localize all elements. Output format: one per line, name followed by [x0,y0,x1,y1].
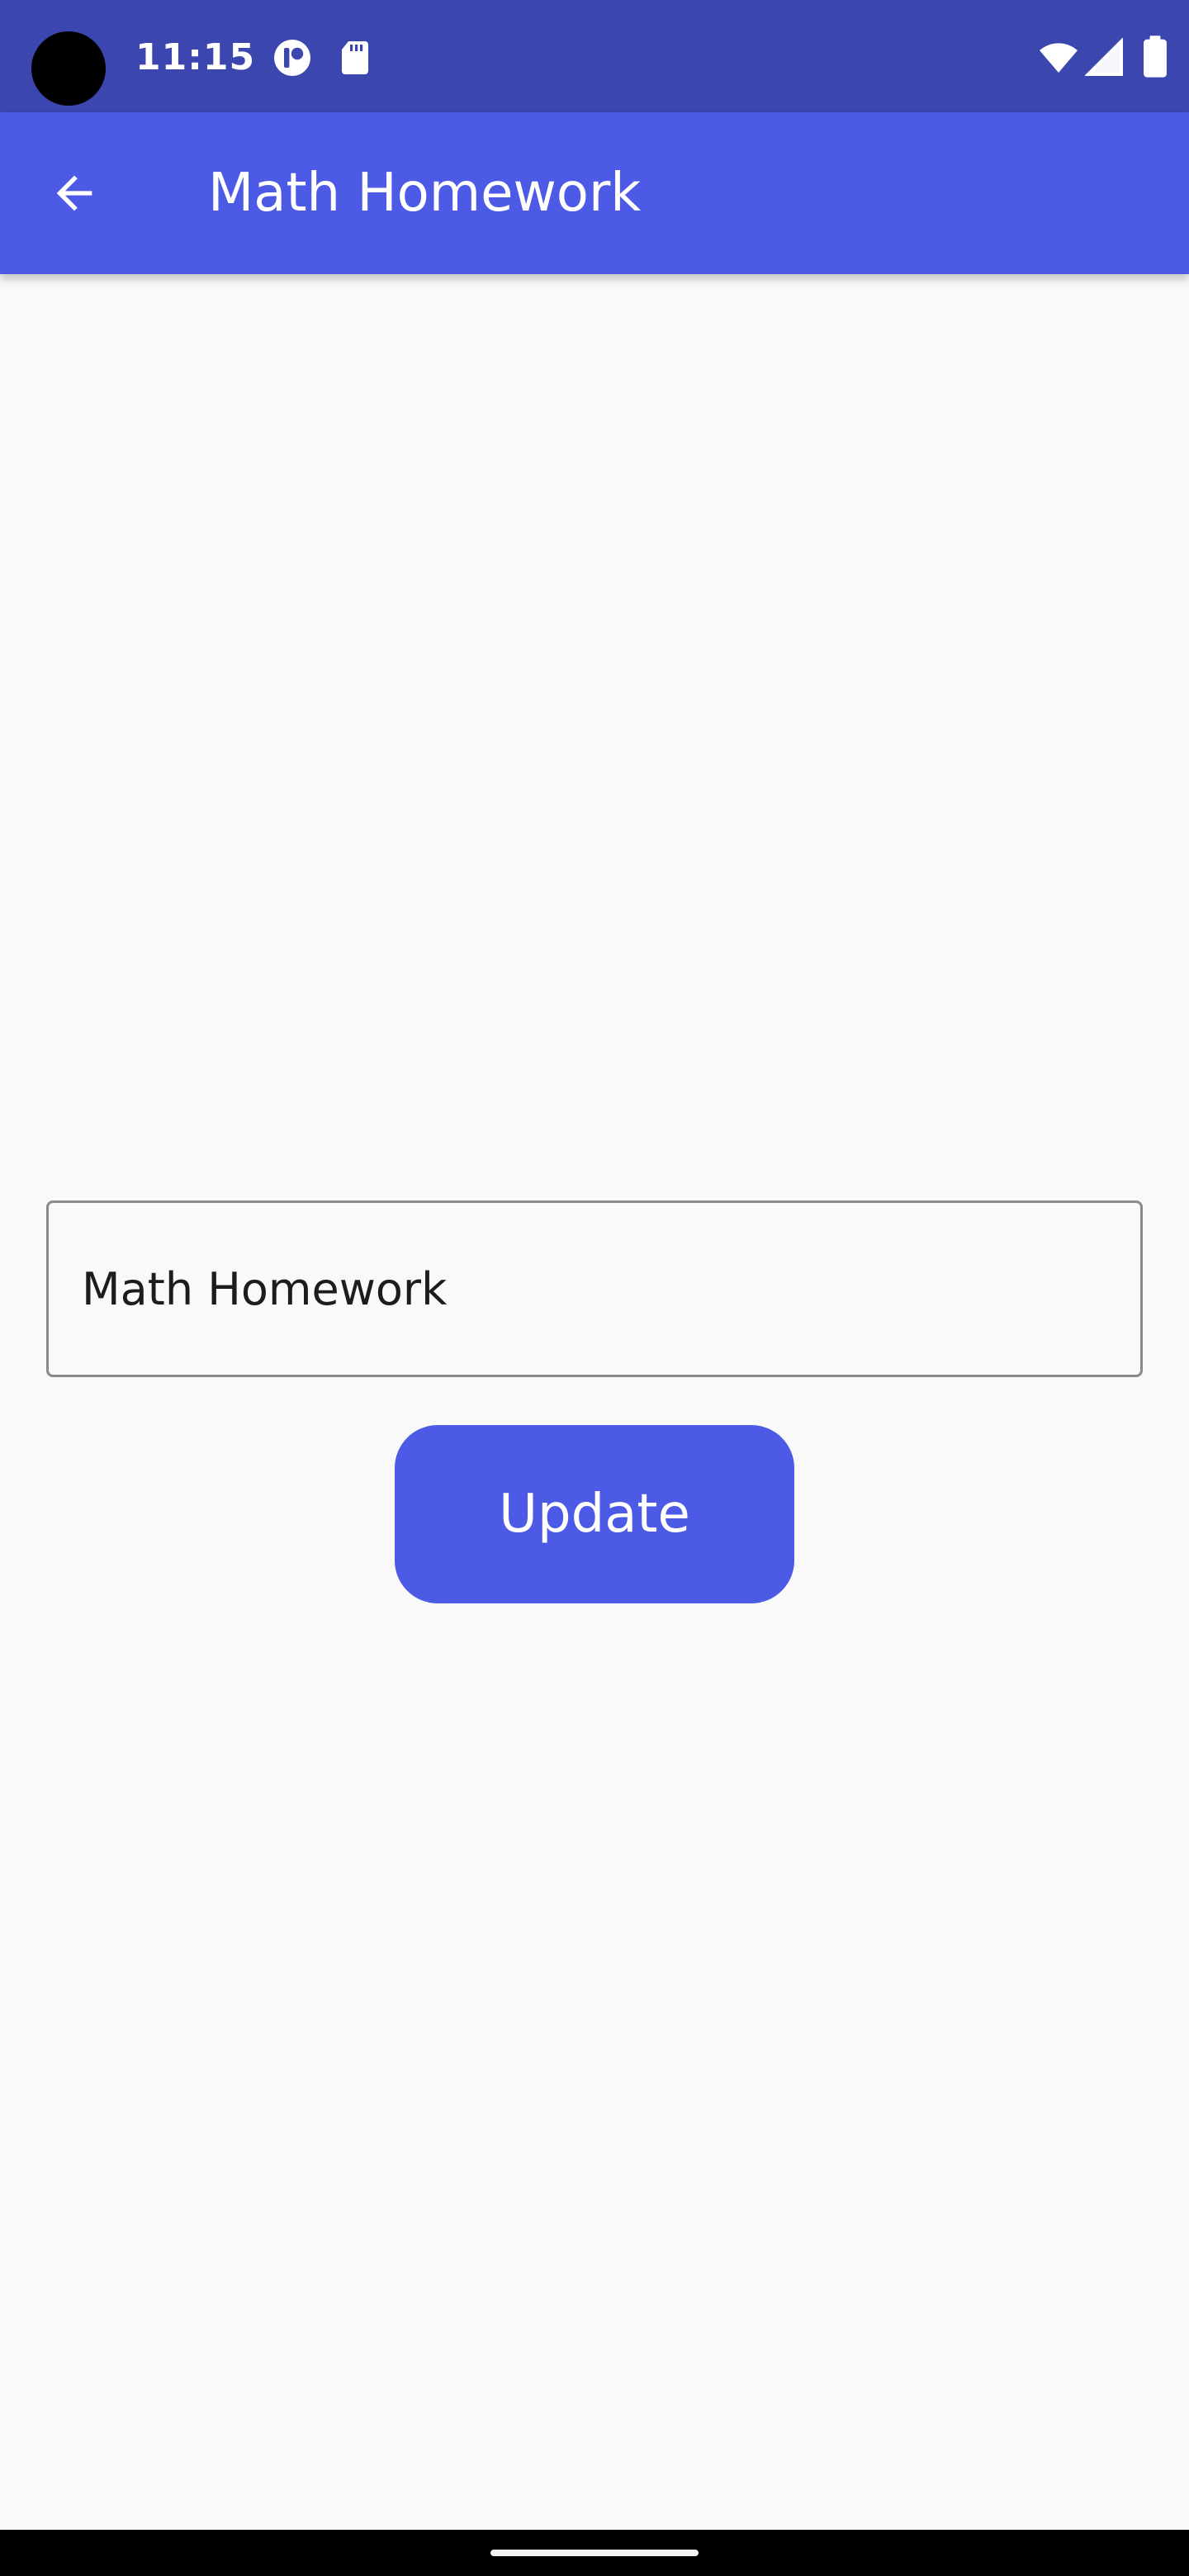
status-bar: 11:15 [0,0,1189,112]
sd-card-icon [335,38,375,78]
arrow-back-icon [56,175,92,211]
status-time: 11:15 [135,36,256,78]
battery-icon [1143,35,1168,79]
update-button[interactable]: Update [395,1425,794,1603]
notification-icon [272,38,312,78]
camera-cutout [31,31,106,106]
home-indicator[interactable] [490,2550,699,2556]
wifi-icon [1037,38,1080,78]
navigation-bar [0,2530,1189,2576]
page-title: Math Homework [208,163,642,224]
name-field[interactable] [46,1200,1143,1377]
app-bar: Math Homework [0,112,1189,274]
back-button[interactable] [31,150,117,236]
cell-signal-icon [1085,38,1125,78]
screen: 11:15 Math Homework Math Homework Update [0,0,1189,2576]
